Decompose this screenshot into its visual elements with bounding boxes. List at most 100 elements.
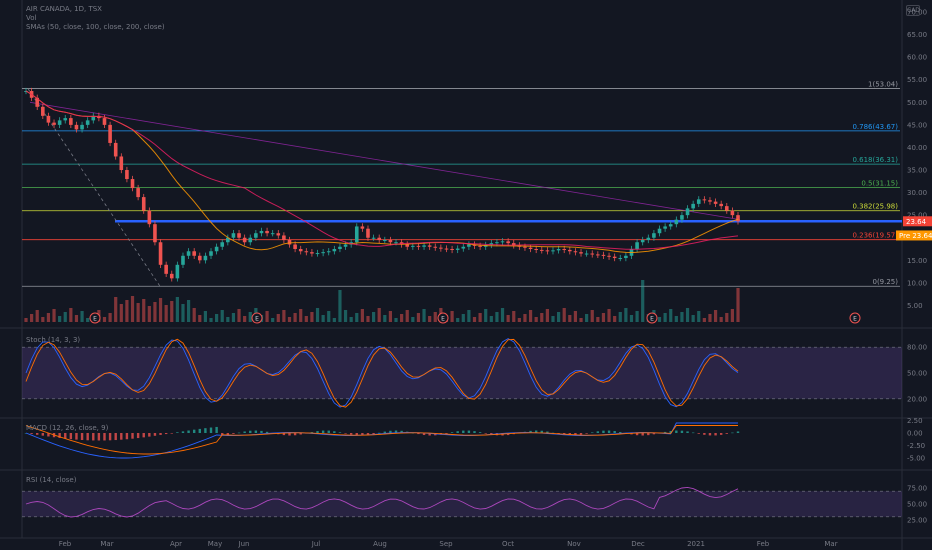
y-tick-label: 40.00 [907,144,927,152]
macd-histogram-bar [170,433,173,434]
volume-bar [702,318,706,322]
candle-body [242,237,247,243]
macd-histogram-bar [114,433,117,441]
candle-body [298,249,303,252]
candle-body [618,258,623,260]
volume-bar [192,308,196,322]
candle-body [736,215,740,222]
fib-level-label: 0.382(25.98) [852,203,898,211]
volume-bar [551,316,555,322]
volume-bar [366,316,370,322]
candle-body [439,247,443,249]
sma-line [25,90,739,250]
candle-body [713,201,718,204]
macd-histogram-bar [41,433,45,436]
candle-body [556,249,561,251]
candle-body [467,244,471,247]
macd-tick-label: -5.00 [907,455,925,463]
volume-bar [136,303,140,322]
candle-body [685,208,690,216]
volume-bar [669,309,673,322]
earnings-marker-label: E [255,316,259,323]
volume-bar [310,312,314,322]
candle-body [691,203,695,209]
macd-histogram-bar [585,433,588,434]
volume-bar [125,300,129,322]
macd-histogram-bar [92,433,95,441]
x-tick-label: May [208,540,222,548]
symbol-title: AIR CANADA, 1D, TSX [26,5,102,13]
candle-body [455,248,460,250]
macd-histogram-bar [249,430,252,433]
volume-bar [411,317,415,322]
candle-body [85,120,90,125]
candle-body [551,250,555,252]
y-tick-label: 10.00 [907,279,927,287]
volume-bar [46,313,51,322]
volume-bar [41,317,45,322]
currency-badge[interactable]: CAD [906,5,920,16]
volume-bar [371,312,376,322]
macd-histogram-bar [209,427,213,433]
volume-bar [579,318,583,322]
macd-histogram-bar [719,433,723,435]
volume-bar [186,300,191,322]
macd-histogram-bar [708,433,712,436]
fib-level-label: 0.786(43.67) [852,123,898,131]
candle-body [708,200,712,202]
volume-bar [461,314,465,322]
candle-body [282,235,286,240]
macd-histogram-bar [736,431,740,433]
volume-bar [725,313,729,322]
y-tick-label: 30.00 [907,189,927,197]
macd-histogram-bar [321,430,325,433]
candle-body [332,249,337,252]
volume-bar [730,309,734,322]
candle-body [46,115,51,123]
stoch-tick-label: 20.00 [907,395,927,403]
candle-body [130,179,135,189]
candle-body [203,255,208,261]
candle-body [169,273,174,279]
volume-bar [478,313,482,322]
x-tick-label: Nov [567,540,581,548]
volume-bar [153,302,157,322]
macd-histogram-bar [462,430,465,433]
candle-body [371,237,376,239]
rsi-legend: RSI (14, close) [26,476,77,484]
candle-body [360,226,365,229]
candle-body [539,249,544,251]
volume-bar [433,312,437,322]
volume-bar [287,317,292,322]
macd-histogram-bar [125,433,129,440]
macd-histogram-bar [75,433,78,440]
volume-bar [719,317,723,322]
x-tick-label: Feb [757,540,770,548]
macd-histogram-bar [36,433,39,435]
macd-histogram-bar [450,432,454,433]
volume-bar [467,310,471,322]
volume-bar [181,304,185,322]
candle-body [607,255,611,257]
macd-histogram-bar [103,433,106,441]
chart-canvas[interactable]: 70.0065.0060.0055.0050.0045.0040.0035.00… [0,0,932,550]
candle-body [153,224,157,243]
volume-bar [394,318,398,322]
candle-body [113,142,118,157]
candle-body [158,242,163,265]
y-tick-label: 35.00 [907,167,927,175]
macd-tick-label: 2.50 [907,417,923,425]
candle-body [310,252,314,254]
macd-histogram-bar [159,433,162,435]
macd-histogram-bar [108,433,112,441]
volume-bar [685,308,690,322]
volume-bar [528,310,533,322]
macd-histogram-bar [204,428,207,433]
macd-histogram-bar [187,430,190,433]
candle-body [730,210,735,216]
candle-body [702,199,707,201]
pre-price-value: Pre 23.64 [899,232,932,240]
volume-bar [512,311,516,322]
candle-body [125,170,129,180]
candle-body [248,237,253,243]
